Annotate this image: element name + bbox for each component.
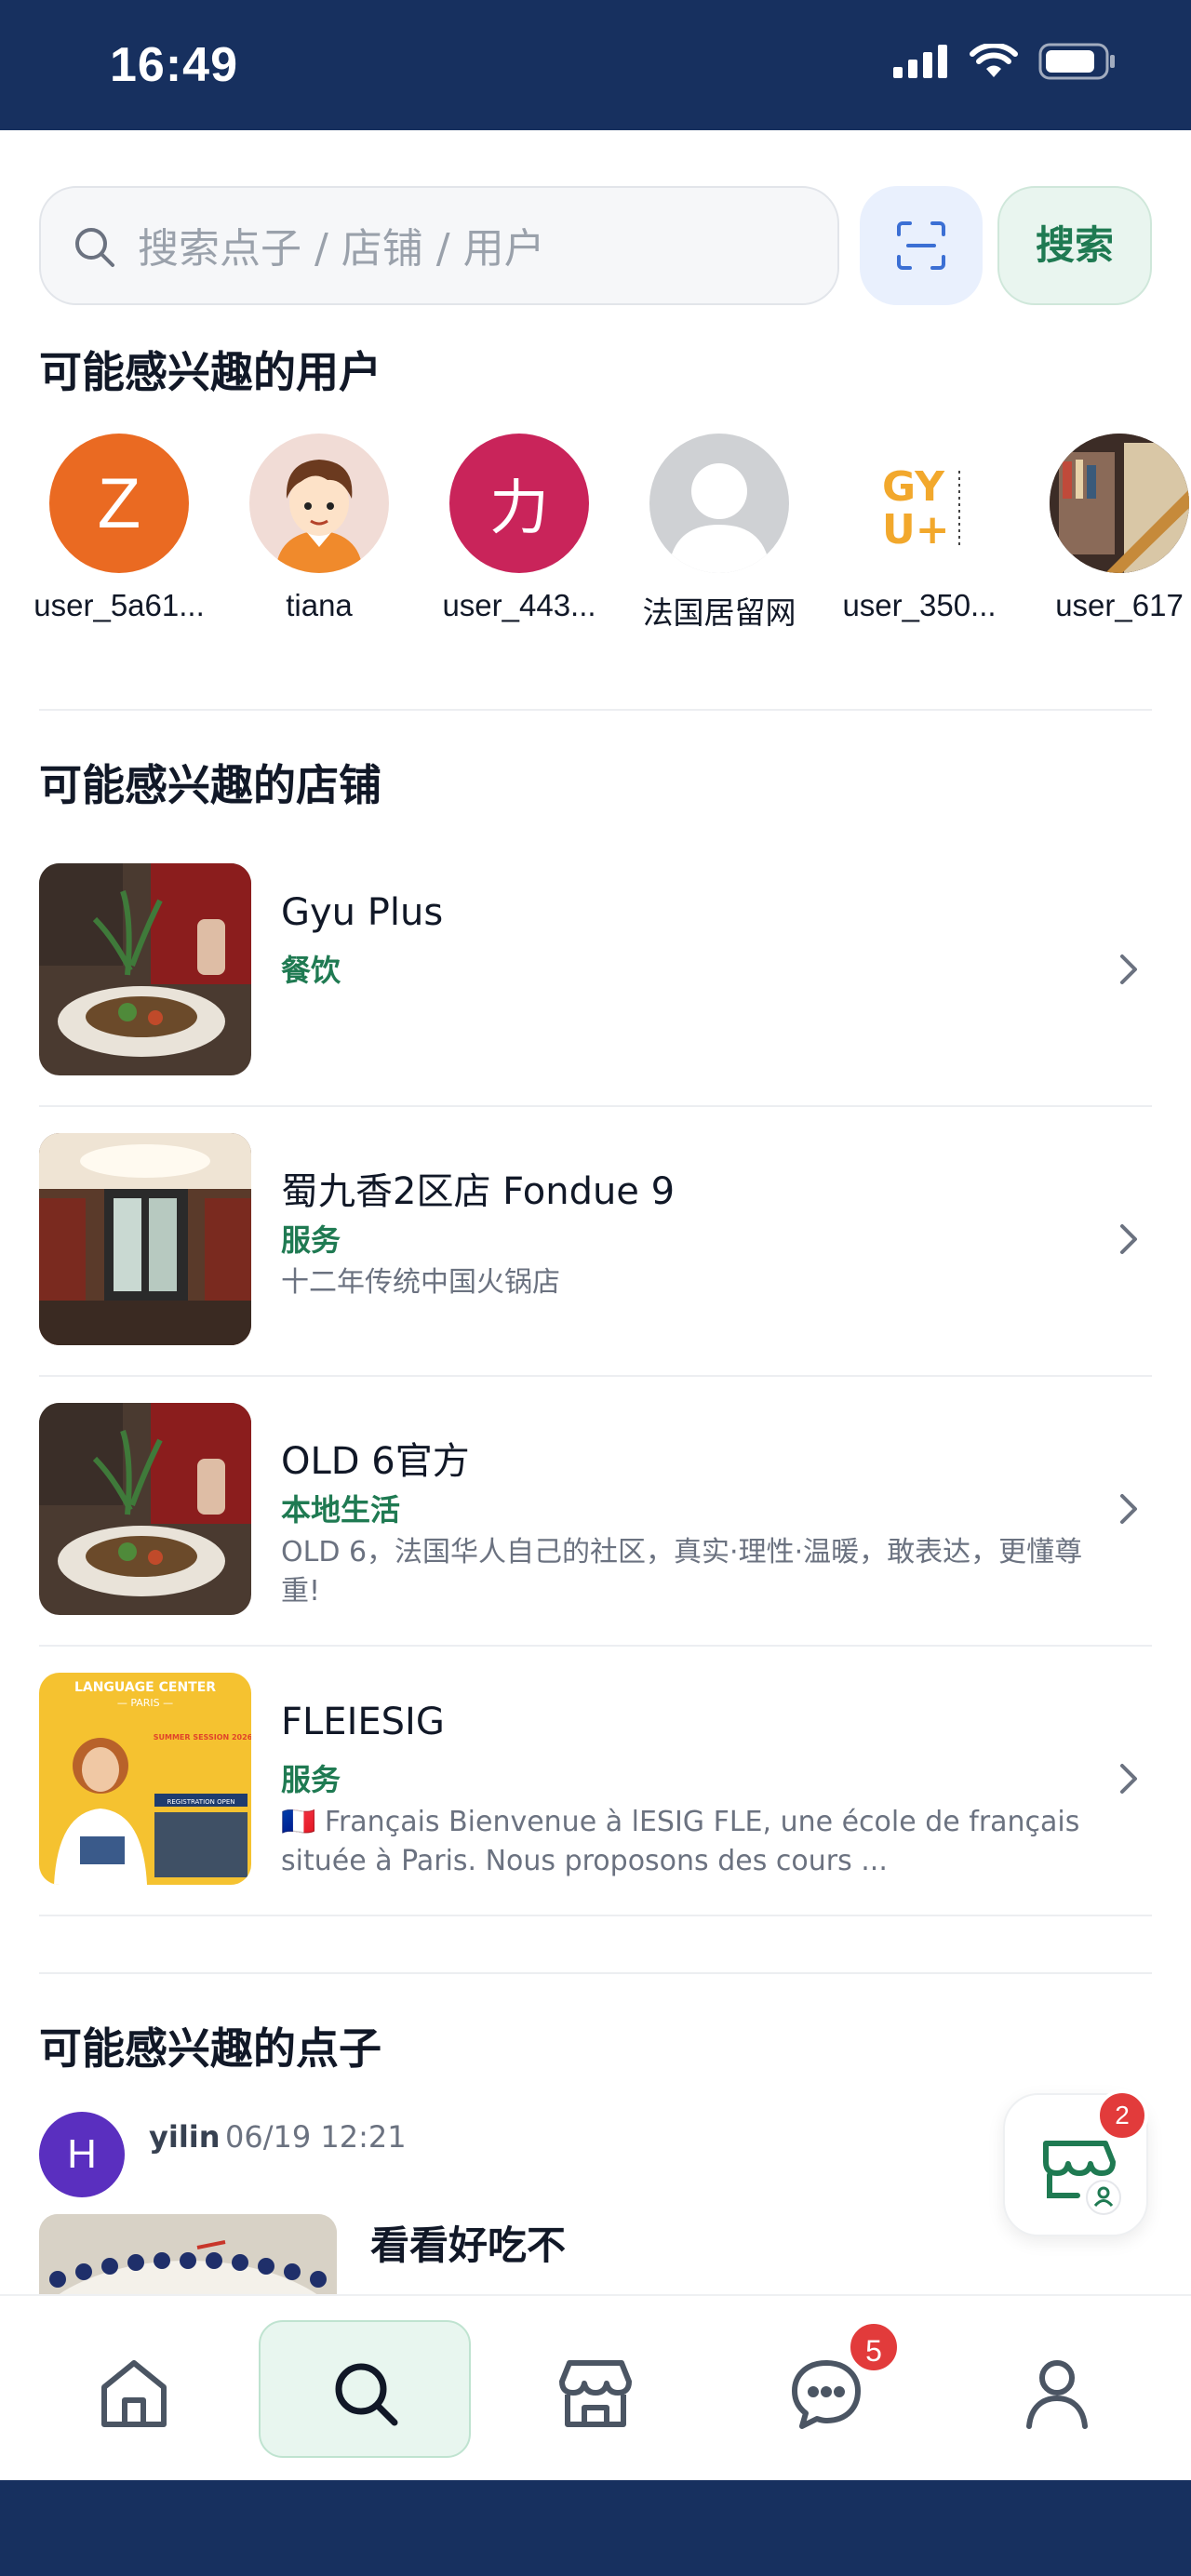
chat-icon — [792, 2360, 861, 2429]
avatar: Z — [49, 434, 189, 573]
shop-item[interactable]: Gyu Plus 餐饮 — [39, 837, 1152, 1107]
divider — [39, 1972, 1152, 1974]
status-bar: 16:49 — [0, 0, 1191, 130]
search-row: 搜索 — [39, 186, 1152, 309]
restaurant-interior-image — [39, 1133, 251, 1345]
chevron-right-icon — [1120, 1764, 1137, 1794]
user-name: 法国居留网 — [642, 595, 796, 630]
avatar: GY U+ — [850, 434, 989, 573]
shop-name: Gyu Plus — [281, 891, 444, 934]
scan-icon — [897, 221, 945, 270]
user-name: user_350... — [842, 588, 997, 622]
avatar — [249, 434, 389, 573]
profile-icon — [1026, 2360, 1088, 2429]
user-name: user_5a61... — [33, 588, 205, 622]
search-icon — [335, 2363, 398, 2426]
shop-thumbnail — [39, 1403, 251, 1615]
search-box[interactable] — [39, 186, 839, 305]
bottom-tab-bar: 5 — [0, 2294, 1191, 2482]
shop-thumbnail: LANGUAGE CENTER — PARIS — SUMMER SESSION 2… — [39, 1673, 251, 1885]
home-icon — [101, 2360, 167, 2427]
shop-thumbnail — [39, 863, 251, 1075]
user-card[interactable]: tiana — [226, 428, 412, 623]
user-card[interactable]: 力 user_443... — [426, 428, 612, 623]
status-icons — [893, 43, 1117, 80]
post-title: 看看好吃不 — [370, 2222, 567, 2268]
ideas-section-title: 可能感兴趣的点子 — [39, 2023, 381, 2074]
notification-badge: 5 — [847, 2320, 901, 2374]
chevron-right-icon — [1120, 1494, 1137, 1524]
user-name: user_617 — [1055, 588, 1184, 622]
user-name: user_443... — [442, 588, 596, 622]
user-carousel[interactable]: Z user_5a61... tiana 力 user_443... 法国居留网… — [0, 428, 1191, 642]
avatar-initial: Z — [97, 463, 141, 543]
users-section-title: 可能感兴趣的用户 — [39, 347, 381, 397]
search-input[interactable] — [136, 216, 810, 281]
chevron-right-icon — [1120, 1224, 1137, 1254]
shop-category: 餐饮 — [281, 953, 341, 988]
tab-search[interactable] — [259, 2320, 471, 2458]
notification-badge: 2 — [1096, 2089, 1148, 2142]
avatar — [649, 434, 789, 573]
status-time: 16:49 — [110, 38, 238, 92]
shop-name: 蜀九香2区店 Fondue 9 — [281, 1170, 676, 1213]
avatar: 力 — [449, 434, 589, 573]
shops-section-title: 可能感兴趣的店铺 — [39, 760, 381, 810]
tab-messages[interactable]: 5 — [720, 2320, 932, 2458]
post-date: 06/19 12:21 — [225, 2119, 407, 2155]
svg-text:GY: GY — [882, 463, 945, 511]
divider — [39, 709, 1152, 711]
shop-item[interactable]: LANGUAGE CENTER — PARIS — SUMMER SESSION 2… — [39, 1647, 1152, 1916]
shop-name: OLD 6官方 — [281, 1440, 470, 1483]
divider — [39, 1915, 1152, 1916]
cartoon-avatar-image — [275, 460, 363, 573]
home-indicator-bar — [0, 2480, 1191, 2576]
search-button[interactable]: 搜索 — [997, 186, 1152, 305]
scan-button[interactable] — [860, 186, 983, 305]
restaurant-dish-image — [39, 863, 251, 1075]
svg-text:U+: U+ — [882, 506, 950, 554]
post-author[interactable]: yilin — [149, 2119, 221, 2155]
poster-title-text: SUMMER SESSION 2026 — [154, 1733, 251, 1742]
shop-category: 服务 — [281, 1762, 341, 1797]
shop-thumbnail — [39, 1133, 251, 1345]
user-card[interactable]: user_617 — [1026, 428, 1191, 623]
default-avatar-icon — [668, 463, 770, 573]
gyu-plus-logo-icon: GYU+ — [882, 463, 960, 554]
shop-item[interactable]: 蜀九香2区店 Fondue 9 服务 十二年传统中国火锅店 — [39, 1107, 1152, 1377]
shop-category: 服务 — [281, 1222, 341, 1258]
shop-description: 十二年传统中国火锅店 — [281, 1266, 560, 1299]
chevron-right-icon — [1120, 954, 1137, 984]
user-card[interactable]: Z user_5a61... — [26, 428, 212, 623]
user-card[interactable]: GY U+ user_350... — [826, 428, 1012, 623]
summer-session-poster-image: LANGUAGE CENTER — PARIS — SUMMER SESSION 2… — [39, 1673, 251, 1885]
shop-description: OLD 6，法国华人自己的社区，真实·理性·温暖，敢表达，更懂尊重! — [281, 1536, 1083, 1608]
avatar-initial: 力 — [489, 474, 549, 543]
poster-top-text: LANGUAGE CENTER — [74, 1680, 216, 1695]
restaurant-dish-image — [39, 1403, 251, 1615]
bookshelf-photo-image — [1050, 434, 1189, 573]
avatar: H — [39, 2112, 125, 2197]
user-name: tiana — [286, 588, 353, 622]
merchant-fab-button[interactable]: 2 — [1003, 2089, 1148, 2236]
signal-icon — [893, 45, 947, 78]
poster-city-text: — PARIS — — [117, 1697, 173, 1709]
store-icon — [559, 2360, 632, 2427]
shop-name: FLEIESIG — [281, 1701, 445, 1743]
user-card[interactable]: 法国居留网 — [626, 428, 812, 633]
battery-icon — [1038, 43, 1115, 80]
tab-store[interactable] — [489, 2320, 702, 2458]
shop-description: 🇫🇷 Français Bienvenue à lESIG FLE, une é… — [281, 1806, 1080, 1877]
poster-tag-text: REGISTRATION OPEN — [167, 1798, 234, 1806]
search-icon — [75, 228, 114, 267]
avatar — [1050, 434, 1189, 573]
shop-category: 本地生活 — [281, 1492, 401, 1528]
tab-home[interactable] — [28, 2320, 240, 2458]
wifi-icon — [970, 44, 1018, 77]
tab-profile[interactable] — [951, 2320, 1163, 2458]
shop-item[interactable]: OLD 6官方 本地生活 OLD 6，法国华人自己的社区，真实·理性·温暖，敢表… — [39, 1377, 1152, 1647]
